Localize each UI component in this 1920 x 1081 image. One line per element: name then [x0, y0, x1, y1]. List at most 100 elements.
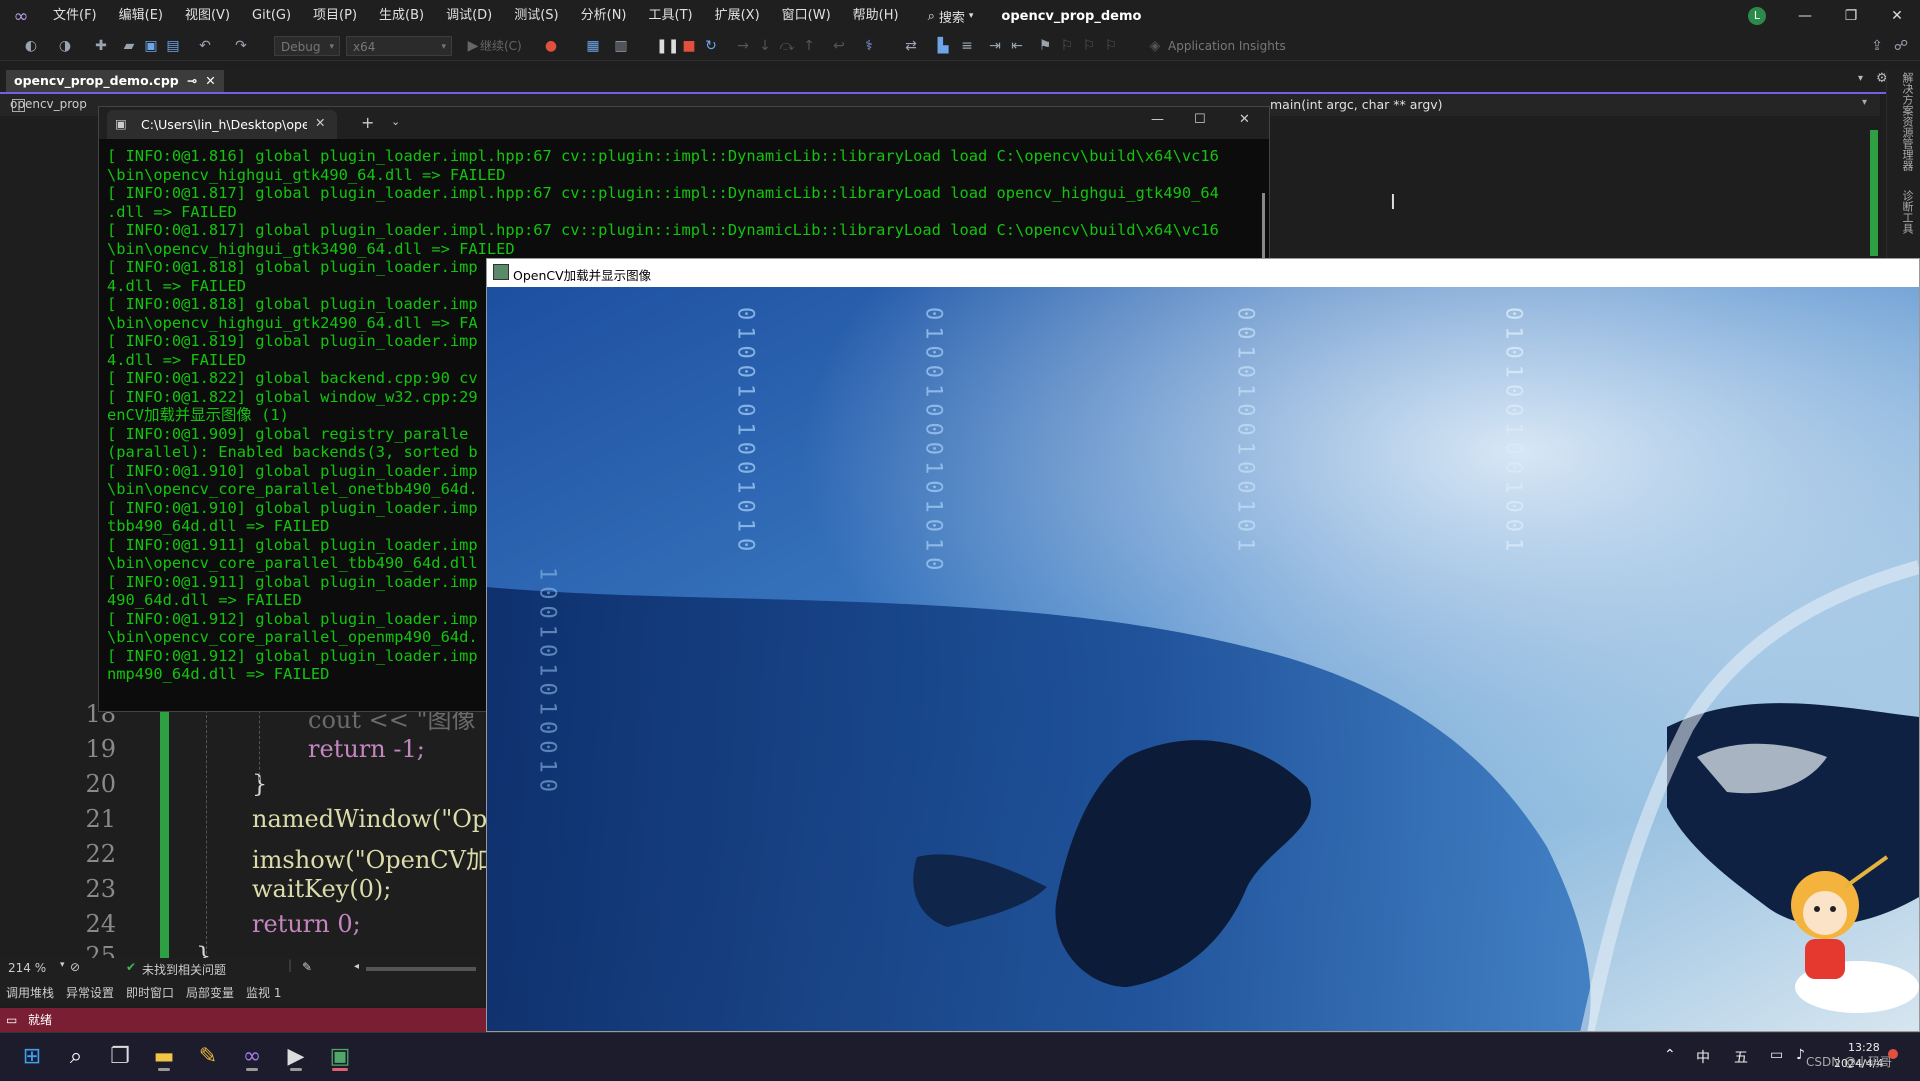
account-avatar[interactable]: L [1748, 7, 1766, 25]
search-icon[interactable]: ⌕ [60, 1041, 92, 1073]
tab-exception-settings[interactable]: 异常设置 [66, 984, 114, 1001]
maximize-icon[interactable]: ☐ [1194, 112, 1206, 127]
file-explorer-icon[interactable]: ▬ [148, 1041, 180, 1073]
file-scope-dropdown[interactable]: opencv_prop [10, 97, 87, 111]
diagnostics-icon[interactable]: ⚕ [860, 37, 878, 55]
save-icon[interactable]: ▣ [142, 37, 160, 55]
horizontal-scrollbar[interactable] [366, 967, 476, 971]
open-folder-icon[interactable]: ▰ [120, 37, 138, 55]
function-scope-dropdown[interactable]: main(int argc, char ** argv) [1270, 97, 1443, 112]
new-project-icon[interactable]: ✚ [92, 37, 110, 55]
save-all-icon[interactable]: ▤ [164, 37, 182, 55]
menu-project[interactable]: 项目(P) [302, 0, 368, 32]
configuration-dropdown[interactable]: Debug ▾ [274, 36, 340, 56]
volume-icon[interactable]: ♪ [1796, 1047, 1805, 1063]
console-scrollbar[interactable] [1262, 193, 1265, 267]
search-button[interactable]: ⌕ 搜索 ▾ [918, 7, 984, 26]
tab-watch-1[interactable]: 监视 1 [246, 984, 281, 1001]
close-icon[interactable]: ✕ [1874, 0, 1920, 32]
feedback-icon[interactable]: ☍ [1892, 37, 1910, 55]
start-icon[interactable]: ⊞ [16, 1041, 48, 1073]
redo-icon[interactable]: ↷ [232, 37, 250, 55]
tab-overflow-icon[interactable]: ▾ [1858, 73, 1863, 84]
chevron-down-icon[interactable]: ▾ [60, 960, 65, 970]
browse-icon[interactable]: ▦ [584, 37, 602, 55]
navigate-back-icon[interactable]: ◐ [22, 37, 40, 55]
minimize-icon[interactable]: — [1782, 0, 1828, 32]
close-icon[interactable]: ✕ [1239, 112, 1250, 127]
diagnostic-tools-tab[interactable]: 诊断工具 [1899, 190, 1915, 234]
new-tab-icon[interactable]: + [361, 113, 374, 132]
chevron-down-icon[interactable]: ▾ [1862, 97, 1867, 108]
breakpoint-window-icon[interactable]: ▙ [934, 37, 952, 55]
restart-icon[interactable]: ↻ [702, 37, 720, 55]
visual-studio-logo-icon[interactable]: ∞ [0, 0, 42, 32]
menu-tools[interactable]: 工具(T) [638, 0, 704, 32]
pin-icon[interactable]: ⊸ [187, 70, 197, 92]
menu-window[interactable]: 窗口(W) [771, 0, 842, 32]
app-insights-button[interactable]: Application Insights [1168, 37, 1286, 55]
close-tab-icon[interactable]: ✕ [315, 115, 325, 130]
tab-immediate-window[interactable]: 即时窗口 [126, 984, 174, 1001]
code-cleanup-icon[interactable]: ✎ [302, 960, 312, 974]
show-next-statement-icon[interactable]: → [734, 37, 752, 55]
terminal-icon[interactable]: ▶ [280, 1041, 312, 1073]
menu-view[interactable]: 视图(V) [174, 0, 241, 32]
console-tab[interactable]: ▣ C:\Users\lin_h\Desktop\openc ✕ [107, 110, 337, 139]
step-over-icon[interactable]: ⤼ [778, 37, 796, 55]
indent-icon[interactable]: ⇥ [986, 37, 1004, 55]
ime-mode[interactable]: 五 [1734, 1047, 1748, 1067]
menu-edit[interactable]: 编辑(E) [108, 0, 174, 32]
bookmark-icon[interactable]: ⚑ [1036, 37, 1054, 55]
step-out-icon[interactable]: ↑ [800, 37, 818, 55]
next-bookmark-icon[interactable]: ⚐ [1080, 37, 1098, 55]
step-into-icon[interactable]: ↓ [756, 37, 774, 55]
navigate-forward-icon[interactable]: ◑ [56, 37, 74, 55]
issues-indicator[interactable]: 未找到相关问题 [142, 961, 226, 978]
outdent-icon[interactable]: ⇤ [1008, 37, 1026, 55]
zoom-level[interactable]: 214 % [8, 961, 46, 975]
task-view-icon[interactable]: ❐ [104, 1041, 136, 1073]
close-tab-icon[interactable]: ✕ [205, 70, 215, 92]
comment-icon[interactable]: ≡ [958, 37, 976, 55]
menu-debug[interactable]: 调试(D) [435, 0, 503, 32]
menu-help[interactable]: 帮助(H) [842, 0, 910, 32]
menu-git[interactable]: Git(G) [241, 0, 302, 32]
layout-icon[interactable]: ▥ [612, 37, 630, 55]
paint-app-icon[interactable]: ✎ [192, 1041, 224, 1073]
scroll-left-icon[interactable]: ◂ [354, 961, 359, 972]
prev-bookmark-icon[interactable]: ⚐ [1058, 37, 1076, 55]
tab-dropdown-icon[interactable]: ⌄ [391, 115, 400, 128]
continue-label[interactable]: 继续(C) [480, 37, 522, 55]
solution-explorer-tab[interactable]: 解决方案资源管理器 [1899, 72, 1915, 171]
opencv-image-window[interactable]: OpenCV加载并显示图像 0100101001010 010010001010… [486, 258, 1920, 1032]
minimize-icon[interactable]: — [1151, 112, 1164, 127]
copilot-icon[interactable]: ⊘ [70, 960, 80, 974]
menu-build[interactable]: 生成(B) [368, 0, 435, 32]
platform-dropdown[interactable]: x64 ▾ [346, 36, 452, 56]
menu-test[interactable]: 测试(S) [503, 0, 569, 32]
image-window-titlebar[interactable]: OpenCV加载并显示图像 [487, 259, 1919, 287]
menu-analyze[interactable]: 分析(N) [570, 0, 638, 32]
app-insights-icon[interactable]: ◈ [1146, 37, 1164, 55]
menu-file[interactable]: 文件(F) [42, 0, 108, 32]
step-back-icon[interactable]: ↩ [830, 37, 848, 55]
tray-overflow-icon[interactable]: ⌃ [1664, 1047, 1676, 1063]
ime-language[interactable]: 中 [1696, 1047, 1710, 1067]
menu-extensions[interactable]: 扩展(X) [704, 0, 771, 32]
stop-icon[interactable]: ■ [680, 37, 698, 55]
hot-reload-icon[interactable]: ● [542, 37, 560, 55]
opencv-window-icon[interactable]: ▣ [324, 1041, 356, 1073]
visual-studio-icon[interactable]: ∞ [236, 1041, 268, 1073]
toggle-icon[interactable]: ⇄ [902, 37, 920, 55]
pause-icon[interactable]: ❚❚ [656, 37, 679, 55]
share-icon[interactable]: ⇪ [1868, 37, 1886, 55]
document-tab-active[interactable]: opencv_prop_demo.cpp ⊸ ✕ [6, 70, 224, 92]
tab-call-stack[interactable]: 调用堆栈 [6, 984, 54, 1001]
notification-icon[interactable] [1888, 1049, 1898, 1059]
restore-icon[interactable]: ❐ [1828, 0, 1874, 32]
undo-icon[interactable]: ↶ [196, 37, 214, 55]
clear-bookmarks-icon[interactable]: ⚐ [1102, 37, 1120, 55]
network-icon[interactable]: ▭ [1770, 1047, 1783, 1063]
tab-locals[interactable]: 局部变量 [186, 984, 234, 1001]
